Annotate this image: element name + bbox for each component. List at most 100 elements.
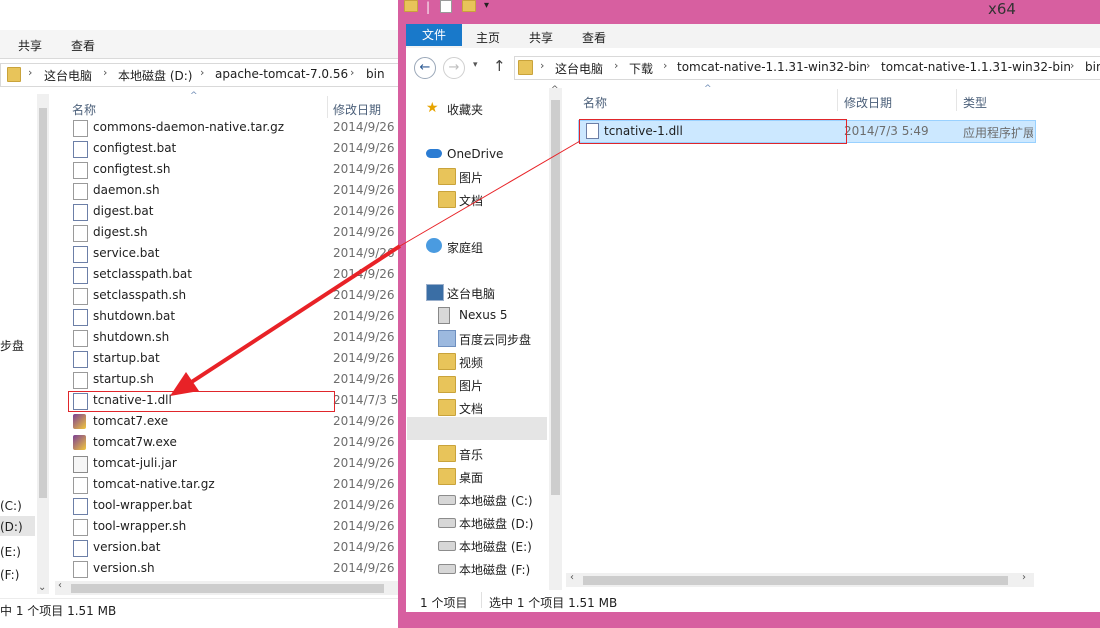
breadcrumb-tomcat-native[interactable]: tomcat-native-1.1.31-win32-bin [677, 60, 867, 74]
file-row[interactable]: tomcat-juli.jar 2014/9/26 [70, 453, 395, 474]
nav-item[interactable]: 图片 [438, 373, 558, 395]
file-row[interactable]: commons-daemon-native.tar.gz 2014/9/26 [70, 117, 395, 138]
forward-button[interactable]: → [443, 57, 465, 79]
chevron-right-icon: › [866, 59, 871, 72]
breadcrumb-drive-d[interactable]: 本地磁盘 (D:) [118, 67, 192, 84]
nav-item[interactable]: 百度云同步盘 [438, 327, 558, 349]
file-row[interactable]: startup.sh 2014/9/26 [70, 369, 395, 390]
left-nav-scrollbar[interactable] [37, 94, 49, 594]
gear-icon [73, 204, 88, 221]
nav-item-label: 本地磁盘 (D:) [459, 517, 534, 531]
chevron-right-icon: › [1070, 59, 1075, 72]
nav-partial-label[interactable]: (C:) [0, 499, 22, 513]
file-row[interactable]: shutdown.sh 2014/9/26 [70, 327, 395, 348]
tab-view[interactable]: 查看 [582, 29, 606, 46]
file-row[interactable]: setclasspath.bat 2014/9/26 [70, 264, 395, 285]
file-row[interactable]: tool-wrapper.sh 2014/9/26 [70, 516, 395, 537]
nav-item[interactable]: 文档 [438, 188, 558, 210]
nav-item[interactable]: OneDrive [426, 143, 546, 165]
up-button[interactable]: ↑ [493, 57, 506, 75]
nav-item[interactable]: 本地磁盘 (D:) [438, 511, 558, 533]
scroll-up-icon[interactable]: ^ [551, 85, 559, 95]
breadcrumb-tomcat-native-sub[interactable]: tomcat-native-1.1.31-win32-bin [881, 60, 1071, 74]
breadcrumb-this-pc[interactable]: 这台电脑 [44, 67, 92, 84]
nav-partial-label[interactable]: (F:) [0, 568, 19, 582]
column-header-name[interactable]: 名称 [583, 94, 607, 111]
tab-share[interactable]: 共享 [529, 29, 553, 46]
breadcrumb-this-pc[interactable]: 这台电脑 [555, 60, 603, 77]
nav-item-label: 桌面 [459, 471, 484, 485]
column-header-date[interactable]: 修改日期 [333, 101, 381, 118]
nav-partial-label[interactable]: (E:) [0, 545, 21, 559]
breadcrumb-downloads[interactable]: 下载 [629, 60, 653, 77]
new-folder-icon[interactable] [462, 0, 476, 12]
file-row[interactable]: tomcat7w.exe 2014/9/26 [70, 432, 395, 453]
file-row[interactable]: tool-wrapper.bat 2014/9/26 [70, 495, 395, 516]
gear-icon [73, 267, 88, 284]
nav-item[interactable]: 本地磁盘 (E:) [438, 534, 558, 556]
file-row[interactable]: version.bat 2014/9/26 [70, 537, 395, 558]
file-row[interactable]: shutdown.bat 2014/9/26 [70, 306, 395, 327]
chevron-right-icon: › [350, 66, 355, 79]
back-button[interactable]: ← [414, 57, 436, 79]
tab-share[interactable]: 共享 [18, 37, 42, 54]
right-nav-scrollbar[interactable]: ^ [549, 85, 562, 593]
file-row[interactable]: setclasspath.sh 2014/9/26 [70, 285, 395, 306]
scroll-left-icon[interactable]: ‹ [570, 572, 574, 583]
nav-item[interactable]: 图片 [438, 165, 558, 187]
exe-icon [73, 414, 86, 429]
status-selected: 中 1 个项目 1.51 MB [0, 604, 117, 618]
highlight-box-left [68, 391, 335, 412]
column-header-type[interactable]: 类型 [963, 94, 987, 111]
gear-icon [73, 351, 88, 368]
file-date: 2014/9/26 [333, 141, 395, 155]
nav-item[interactable]: 本地磁盘 (C:) [438, 488, 558, 510]
nav-partial-label[interactable]: 步盘 [0, 337, 24, 354]
file-date: 2014/9/26 [333, 498, 395, 512]
left-horizontal-scrollbar[interactable]: ‹ [55, 580, 398, 595]
column-divider [327, 96, 328, 118]
file-row[interactable]: tomcat-native.tar.gz 2014/9/26 [70, 474, 395, 495]
nav-item[interactable]: 桌面 [438, 465, 558, 487]
file-row[interactable]: tomcat7.exe 2014/9/26 [70, 411, 395, 432]
nav-item[interactable]: 本地磁盘 (F:) [438, 557, 558, 579]
folder-icon [518, 60, 533, 75]
scroll-right-icon[interactable]: › [1022, 572, 1026, 583]
column-header-date[interactable]: 修改日期 [844, 94, 892, 111]
column-header-name[interactable]: 名称 [72, 101, 96, 118]
recent-locations-icon[interactable]: ▾ [473, 60, 478, 70]
file-row[interactable]: digest.bat 2014/9/26 [70, 201, 395, 222]
nav-item[interactable]: Nexus 5 [438, 304, 558, 326]
nav-item-label: 图片 [459, 379, 484, 393]
breadcrumb-bin[interactable]: bin [1085, 60, 1100, 74]
file-row[interactable]: digest.sh 2014/9/26 [70, 222, 395, 243]
nav-item[interactable]: 这台电脑 [426, 281, 546, 303]
homegroup-icon [426, 238, 442, 253]
quick-access-dropdown-icon[interactable]: ▾ [484, 0, 489, 11]
breadcrumb-bin[interactable]: bin [366, 67, 385, 81]
chevron-right-icon: › [663, 59, 668, 72]
nav-item[interactable]: 家庭组 [426, 235, 546, 257]
scroll-down-icon[interactable]: ⌄ [38, 582, 46, 593]
drive-icon [438, 541, 456, 551]
nav-item[interactable]: 音乐 [438, 442, 558, 464]
nav-item[interactable]: 视频 [438, 350, 558, 372]
tab-home[interactable]: 主页 [476, 29, 500, 46]
file-row[interactable]: service.bat 2014/9/26 [70, 243, 395, 264]
nav-partial-label[interactable]: (D:) [0, 520, 23, 534]
nav-item[interactable]: ★ 收藏夹 [426, 97, 546, 119]
file-row[interactable]: configtest.bat 2014/9/26 [70, 138, 395, 159]
tab-view[interactable]: 查看 [71, 37, 95, 54]
right-horizontal-scrollbar[interactable]: ‹ › [566, 572, 1034, 587]
properties-icon[interactable] [440, 0, 452, 13]
status-divider [481, 592, 482, 608]
scroll-left-icon[interactable]: ‹ [58, 580, 62, 591]
nav-item[interactable]: 文档 [438, 396, 558, 418]
breadcrumb-tomcat[interactable]: apache-tomcat-7.0.56 [215, 67, 348, 81]
gear-icon [73, 498, 88, 515]
tab-file[interactable]: 文件 [406, 24, 462, 46]
file-row[interactable]: startup.bat 2014/9/26 [70, 348, 395, 369]
file-row[interactable]: daemon.sh 2014/9/26 [70, 180, 395, 201]
file-row[interactable]: configtest.sh 2014/9/26 [70, 159, 395, 180]
file-row[interactable]: version.sh 2014/9/26 [70, 558, 395, 579]
